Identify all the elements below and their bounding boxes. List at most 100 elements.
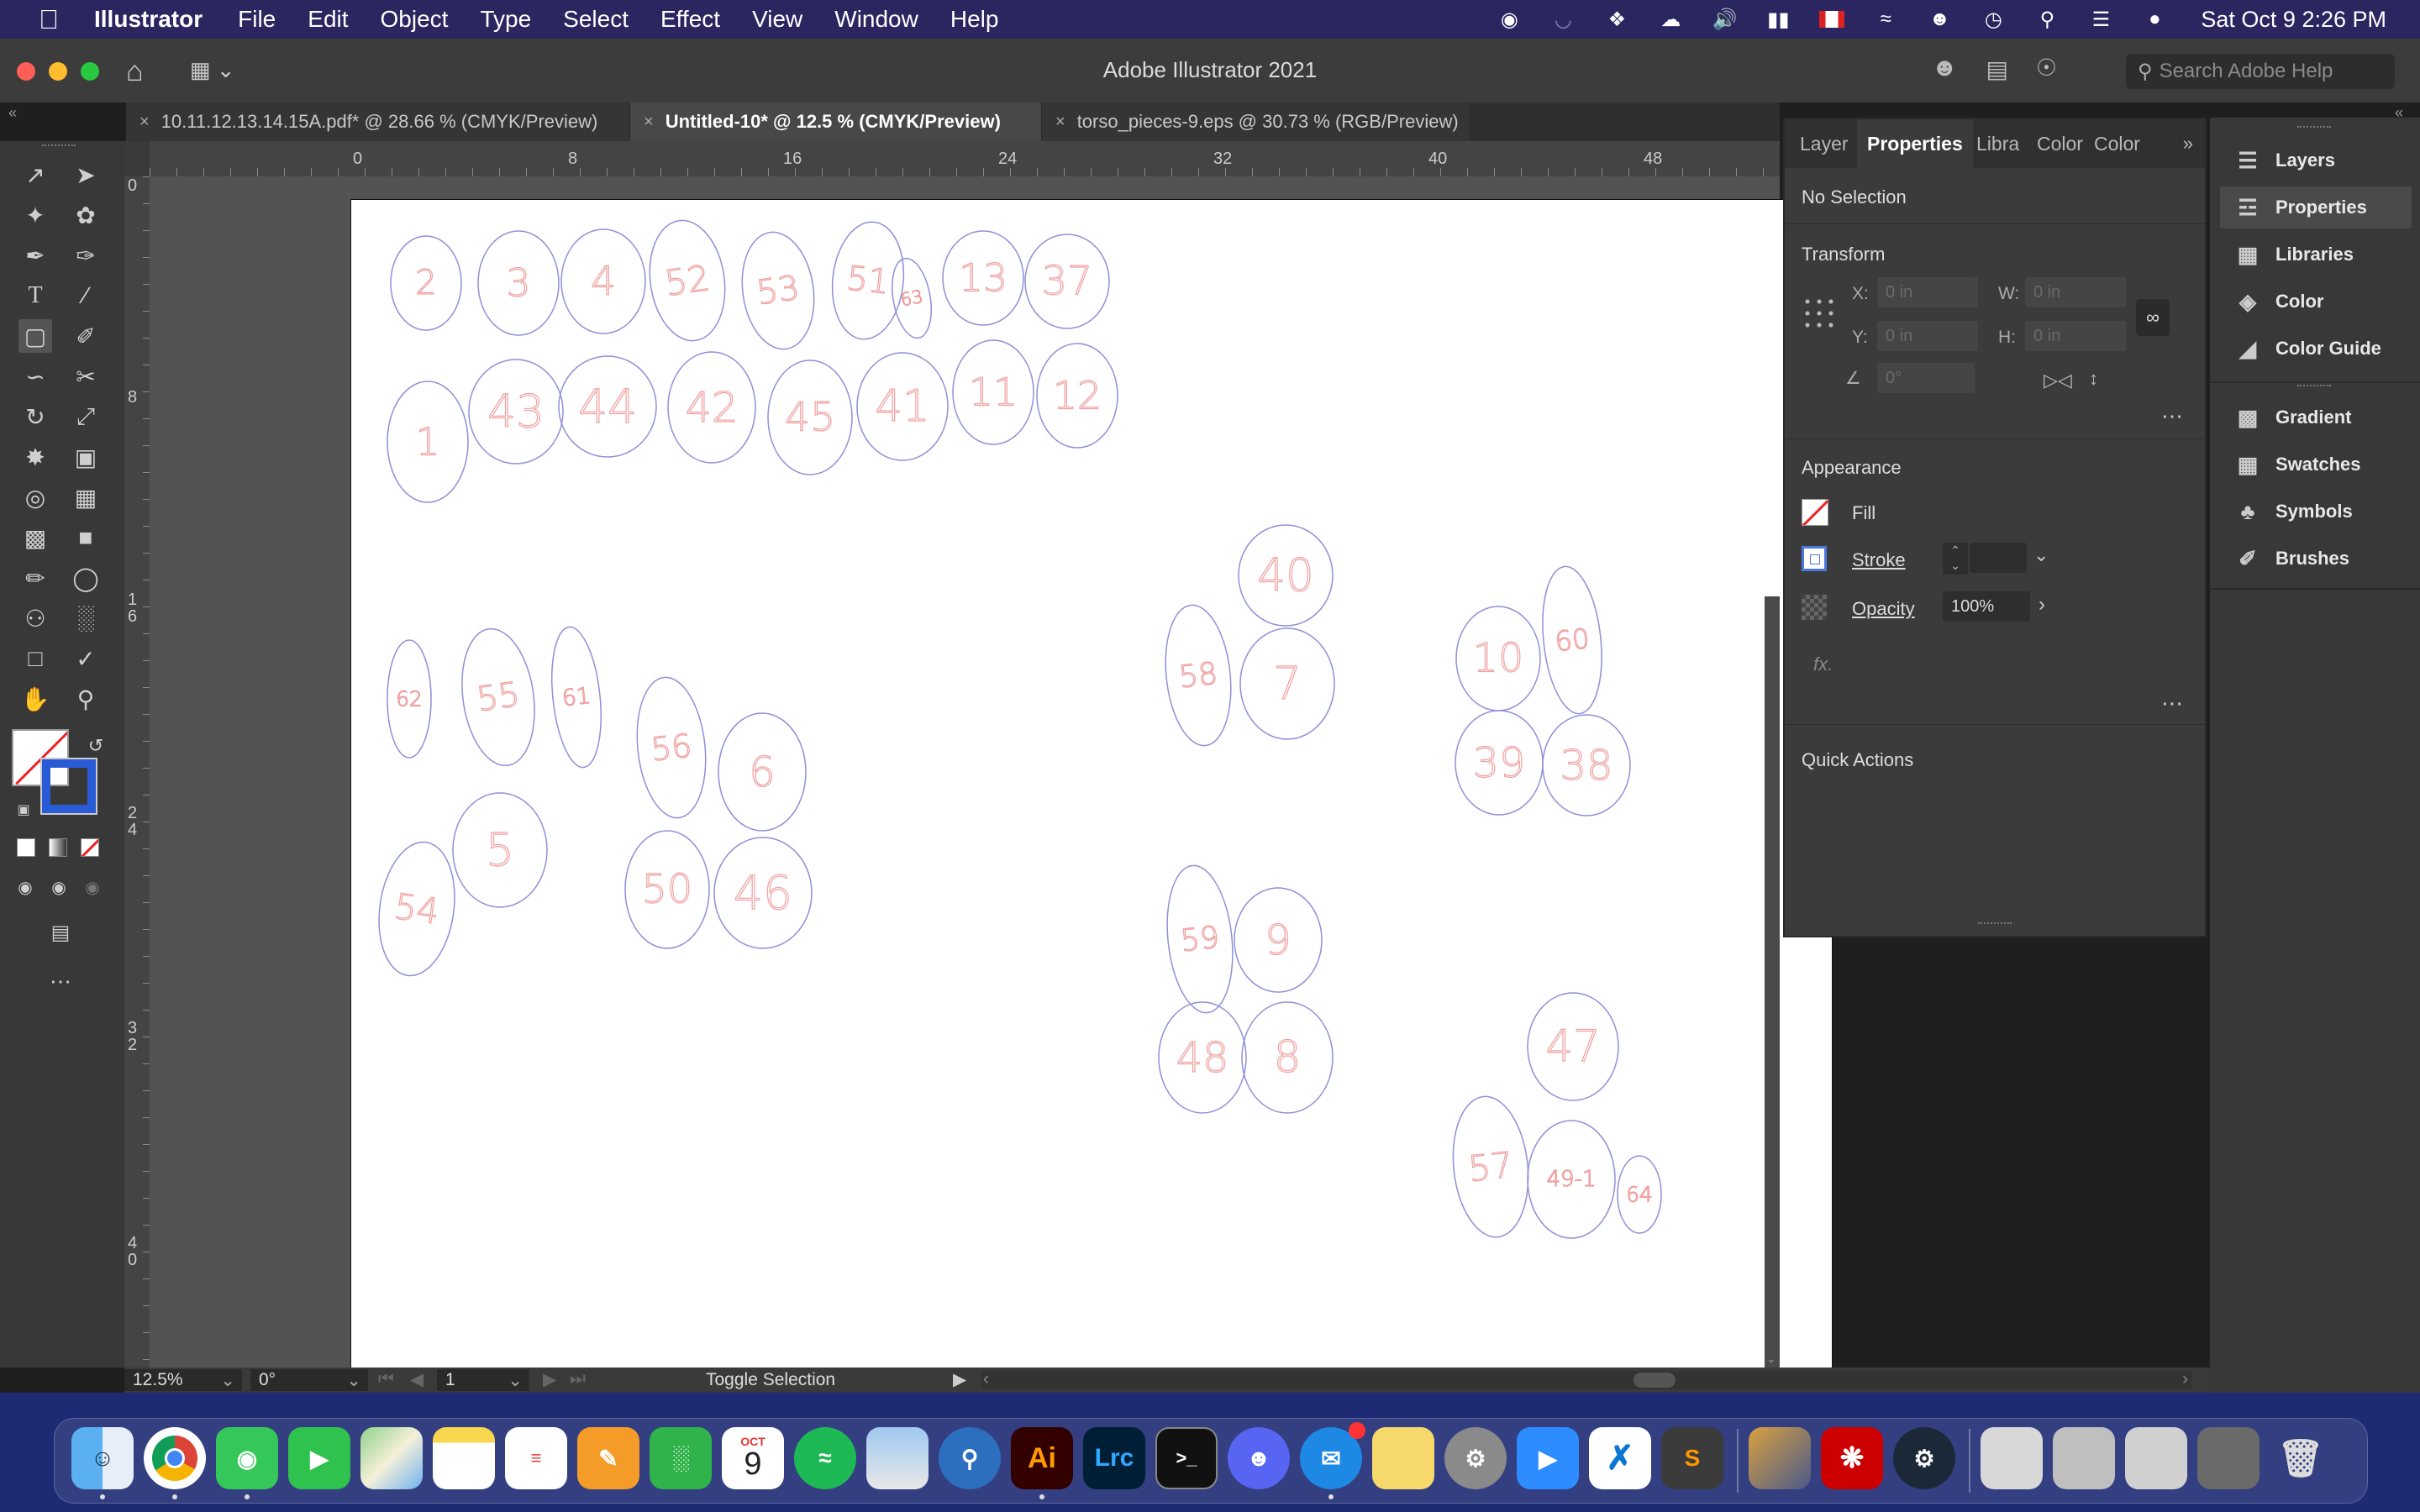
type-tool-icon[interactable]: T	[18, 279, 52, 312]
system-preferences-app-icon[interactable]: ⚙	[1444, 1427, 1507, 1489]
horizontal-scrollbar[interactable]: ‹ ›	[981, 1369, 2191, 1389]
first-artboard-icon[interactable]: ⏮	[378, 1369, 394, 1389]
quicktime-app-icon[interactable]: ⚲	[939, 1427, 1001, 1489]
selection-tool-icon[interactable]: ↗	[18, 158, 52, 192]
pattern-piece[interactable]: 12	[1036, 343, 1118, 449]
color-mode-icon[interactable]	[17, 838, 35, 857]
tab-libraries[interactable]: Libra	[1976, 133, 2019, 155]
pattern-piece[interactable]: 44	[558, 355, 657, 458]
dock-color[interactable]: ◈ Color	[2220, 281, 2412, 323]
menu-window[interactable]: Window	[834, 6, 918, 33]
flip-vertical-icon[interactable]: ↕	[2089, 368, 2098, 390]
pattern-piece[interactable]: 43	[468, 359, 564, 465]
pattern-piece[interactable]: 41	[856, 352, 949, 461]
dock-properties[interactable]: ☲ Properties	[2220, 186, 2412, 228]
pattern-piece[interactable]: 47	[1527, 992, 1619, 1101]
more-transform-options-icon[interactable]: ⋯	[2161, 403, 2183, 429]
scroll-right-arrow-icon[interactable]: ›	[2182, 1369, 2188, 1389]
menu-type[interactable]: Type	[480, 6, 531, 33]
stroke-swatch-panel[interactable]	[1802, 546, 1827, 571]
fill-none-swatch[interactable]	[1802, 499, 1828, 526]
hand-tool-icon[interactable]: ✋	[18, 682, 52, 716]
vscode-app-icon[interactable]: ✗	[1589, 1427, 1651, 1489]
terminal-app-icon[interactable]: >_	[1155, 1427, 1218, 1489]
notes-app-icon[interactable]	[433, 1427, 495, 1489]
toolbar-grip[interactable]	[42, 144, 76, 151]
w-input[interactable]: 0 in	[2025, 277, 2126, 307]
artboard-tool-icon[interactable]: □	[18, 642, 52, 675]
artboard-number-field[interactable]: 1 ⌄	[437, 1369, 529, 1391]
magic-wand-tool-icon[interactable]: ✦	[18, 198, 52, 232]
close-tab-icon[interactable]: ×	[139, 113, 150, 132]
dock-gradient[interactable]: ▩ Gradient	[2220, 396, 2412, 438]
close-tab-icon[interactable]: ×	[1055, 113, 1065, 132]
mesh-tool-icon[interactable]: ▩	[18, 521, 52, 554]
lightroom-classic-app-icon[interactable]: Lrc	[1083, 1427, 1145, 1489]
preview-app-icon[interactable]	[866, 1427, 929, 1489]
scroll-down-arrow-icon[interactable]: ⌄	[1766, 1352, 1776, 1366]
user-icon[interactable]: ☻	[1925, 7, 1954, 32]
arrange-documents-icon[interactable]: ▤	[1986, 55, 2008, 83]
opacity-icon[interactable]	[1802, 595, 1827, 620]
draw-behind-icon[interactable]: ◉	[42, 870, 76, 904]
dock-libraries[interactable]: ▦ Libraries	[2220, 234, 2412, 276]
status-text[interactable]: Toggle Selection	[706, 1370, 835, 1390]
sync-icon[interactable]: ◡	[1549, 7, 1577, 32]
flag-icon[interactable]	[1818, 7, 1846, 32]
pattern-piece[interactable]: 11	[952, 339, 1034, 445]
gradient-mode-icon[interactable]	[49, 838, 67, 857]
tab-properties[interactable]: Properties	[1857, 119, 1973, 168]
draw-normal-icon[interactable]: ◉	[8, 870, 42, 904]
pattern-piece[interactable]: 57	[1446, 1093, 1534, 1241]
pattern-piece[interactable]: 64	[1617, 1155, 1662, 1234]
x-input[interactable]: 0 in	[1877, 277, 1978, 307]
close-tab-icon[interactable]: ×	[644, 113, 654, 132]
pen-tool-icon[interactable]: ✒	[18, 239, 52, 272]
migration-assistant-app-icon[interactable]	[1749, 1427, 1811, 1489]
stroke-weight-stepper[interactable]: ⌃ ⌄	[1943, 543, 1968, 575]
messages-app-icon[interactable]: ◉	[216, 1427, 278, 1489]
shaper-tool-icon[interactable]: ∽	[18, 360, 52, 393]
shape-builder-tool-icon[interactable]: ◎	[18, 480, 52, 514]
discover-lightbulb-icon[interactable]: ☉	[2036, 54, 2057, 81]
scrollbar-thumb[interactable]	[1634, 1373, 1676, 1388]
opacity-label[interactable]: Opacity	[1852, 598, 1915, 620]
pattern-piece[interactable]: 61	[545, 625, 607, 770]
dock-color-guide[interactable]: ◢ Color Guide	[2220, 328, 2412, 370]
menu-help[interactable]: Help	[950, 6, 999, 33]
dock-grip[interactable]	[2297, 385, 2331, 391]
spotify-app-icon[interactable]: ≈	[794, 1427, 856, 1489]
apple-menu-icon[interactable]: 	[32, 4, 66, 35]
menu-edit[interactable]: Edit	[308, 6, 348, 33]
battery-icon[interactable]: ▮▮	[1764, 7, 1792, 32]
opacity-expand-arrow-icon[interactable]: ›	[2039, 593, 2045, 617]
scroll-left-arrow-icon[interactable]: ‹	[983, 1369, 989, 1389]
acrobat-app-icon[interactable]: ❋	[1821, 1427, 1883, 1489]
stroke-label[interactable]: Stroke	[1852, 549, 1906, 571]
pattern-piece[interactable]: 1	[387, 381, 469, 503]
menu-object[interactable]: Object	[381, 6, 449, 33]
spotlight-search-icon[interactable]: ⚲	[2033, 7, 2061, 32]
mail-app-icon[interactable]: ✉	[1300, 1422, 1365, 1489]
draw-inside-icon[interactable]: ◉	[76, 870, 109, 904]
pattern-piece[interactable]: 39	[1455, 710, 1544, 816]
pattern-piece[interactable]: 50	[624, 830, 710, 949]
pages-app-icon[interactable]: ✎	[577, 1427, 639, 1489]
rotation-field[interactable]: 0° ⌄	[250, 1369, 368, 1391]
pattern-piece[interactable]: 60	[1536, 564, 1608, 717]
dock-swatches[interactable]: ▦ Swatches	[2220, 444, 2412, 486]
constrain-proportions-icon[interactable]: ∞	[2136, 299, 2170, 336]
tab-document-untitled-10[interactable]: × Untitled-10* @ 12.5 % (CMYK/Preview)	[630, 102, 1042, 141]
chevron-down-icon[interactable]: ⌄	[346, 1370, 361, 1391]
last-artboard-icon[interactable]: ⏭	[570, 1369, 586, 1389]
pattern-piece[interactable]: 55	[454, 624, 543, 770]
menu-select[interactable]: Select	[563, 6, 629, 33]
stroke-weight-input[interactable]	[1970, 543, 2027, 573]
pattern-piece[interactable]: 8	[1241, 1001, 1334, 1114]
tab-document-pdf[interactable]: × 10.11.12.13.14.15A.pdf* @ 28.66 % (CMY…	[126, 102, 630, 141]
finder-app-icon[interactable]: ☺	[71, 1427, 134, 1489]
swap-fill-stroke-icon[interactable]: ↺	[79, 729, 113, 763]
share-user-icon[interactable]: ☻	[1931, 54, 1958, 82]
scale-tool-icon[interactable]: ⤢	[69, 400, 103, 433]
h-input[interactable]: 0 in	[2025, 321, 2126, 351]
